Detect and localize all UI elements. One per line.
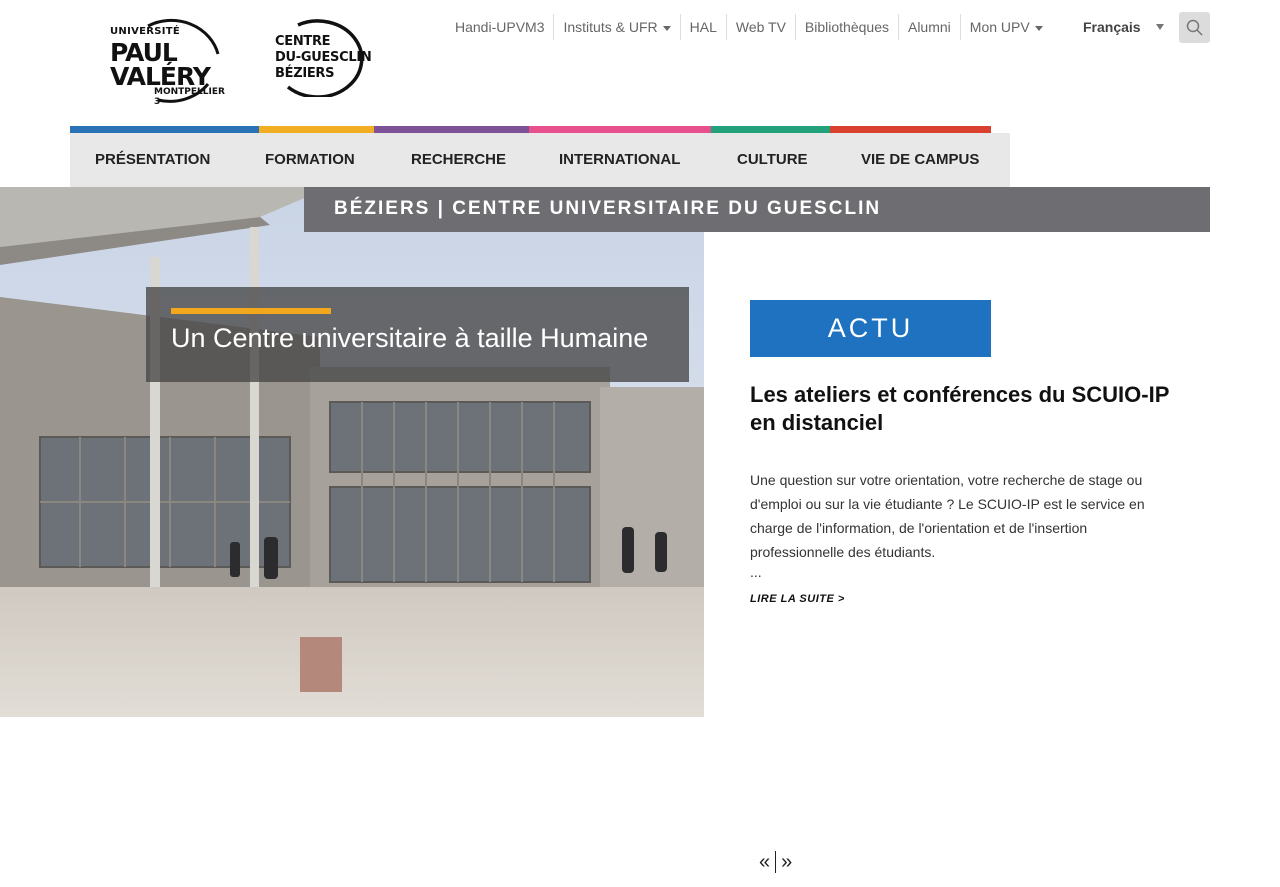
language-value: Français xyxy=(1083,19,1141,35)
previous-icon[interactable]: « xyxy=(754,852,775,872)
color-segment-formation xyxy=(259,126,374,133)
next-icon[interactable]: » xyxy=(776,852,797,872)
color-segment-vie-de-campus xyxy=(830,126,991,133)
centre-logo-line3: BÉZIERS xyxy=(275,66,335,81)
centre-logo-line2: DU-GUESCLIN xyxy=(275,50,372,65)
topnav-label: Instituts & UFR xyxy=(563,19,658,35)
page-title: BÉZIERS | CENTRE UNIVERSITAIRE DU GUESCL… xyxy=(334,198,882,219)
campus-building-illustration xyxy=(0,187,704,717)
caret-down-icon xyxy=(662,25,671,31)
page-title-band: BÉZIERS | CENTRE UNIVERSITAIRE DU GUESCL… xyxy=(304,187,1210,232)
topnav-mon-upv[interactable]: Mon UPV xyxy=(961,14,1052,40)
hero-caption-text: Un Centre universitaire à taille Humaine xyxy=(171,323,649,353)
language-select[interactable]: Français xyxy=(1074,12,1172,42)
topnav-handi-upvm3[interactable]: Handi-UPVM3 xyxy=(446,14,555,40)
menu-item-presentation[interactable]: Présentation xyxy=(95,133,210,187)
color-segment-presentation xyxy=(70,126,259,133)
news-section-label: ACTU xyxy=(750,300,991,357)
centre-logo-line1: CENTRE xyxy=(275,34,331,49)
main-menu: Présentation Formation Recherche Interna… xyxy=(70,133,1010,187)
color-segment-recherche xyxy=(374,126,529,133)
upv-logo-line1: UNIVERSITÉ xyxy=(110,26,181,37)
news-body: Une question sur votre orientation, votr… xyxy=(750,472,1145,560)
dropdown-arrow-icon xyxy=(1156,24,1164,30)
color-segment-international xyxy=(529,126,711,133)
menu-item-formation[interactable]: Formation xyxy=(265,133,355,187)
menu-item-recherche[interactable]: Recherche xyxy=(411,133,506,187)
hero-image xyxy=(0,187,704,717)
menu-color-bar xyxy=(70,126,991,133)
caret-down-icon xyxy=(1034,25,1043,31)
upv-logo-line4: MONTPELLIER 3 xyxy=(154,87,225,107)
topnav-label: Handi-UPVM3 xyxy=(455,19,545,35)
color-segment-culture xyxy=(711,126,830,133)
topnav-web-tv[interactable]: Web TV xyxy=(727,14,796,40)
search-icon xyxy=(1186,19,1203,36)
menu-item-culture[interactable]: Culture xyxy=(737,133,808,187)
topnav-label: Mon UPV xyxy=(969,19,1030,35)
upv-logo[interactable]: UNIVERSITÉ PAUL VALÉRY MONTPELLIER 3 xyxy=(108,14,230,107)
topnav-label: HAL xyxy=(689,19,717,35)
read-more-link[interactable]: LIRE LA SUITE > xyxy=(750,593,845,605)
search-button[interactable] xyxy=(1179,12,1210,43)
topnav-instituts-ufr[interactable]: Instituts & UFR xyxy=(554,14,681,40)
news-pager: « » xyxy=(754,851,797,873)
caption-accent-bar xyxy=(171,308,331,314)
news-title[interactable]: Les ateliers et conférences du SCUIO-IP … xyxy=(750,381,1200,437)
topnav-alumni[interactable]: Alumni xyxy=(899,14,961,40)
topnav-label: Alumni xyxy=(907,19,951,35)
news-ellipsis: ... xyxy=(750,564,762,580)
topnav-label: Bibliothèques xyxy=(804,19,889,35)
menu-item-vie-de-campus[interactable]: Vie de campus xyxy=(861,133,979,187)
topnav-bibliotheques[interactable]: Bibliothèques xyxy=(796,14,899,40)
centre-du-guesclin-logo[interactable]: CENTRE DU-GUESCLIN BÉZIERS xyxy=(268,17,380,97)
hero-caption: Un Centre universitaire à taille Humaine xyxy=(146,287,689,382)
top-navigation: Handi-UPVM3 Instituts & UFR HAL Web TV B… xyxy=(446,12,1052,42)
menu-item-international[interactable]: International xyxy=(559,133,680,187)
topnav-hal[interactable]: HAL xyxy=(681,14,727,40)
topnav-label: Web TV xyxy=(735,19,786,35)
